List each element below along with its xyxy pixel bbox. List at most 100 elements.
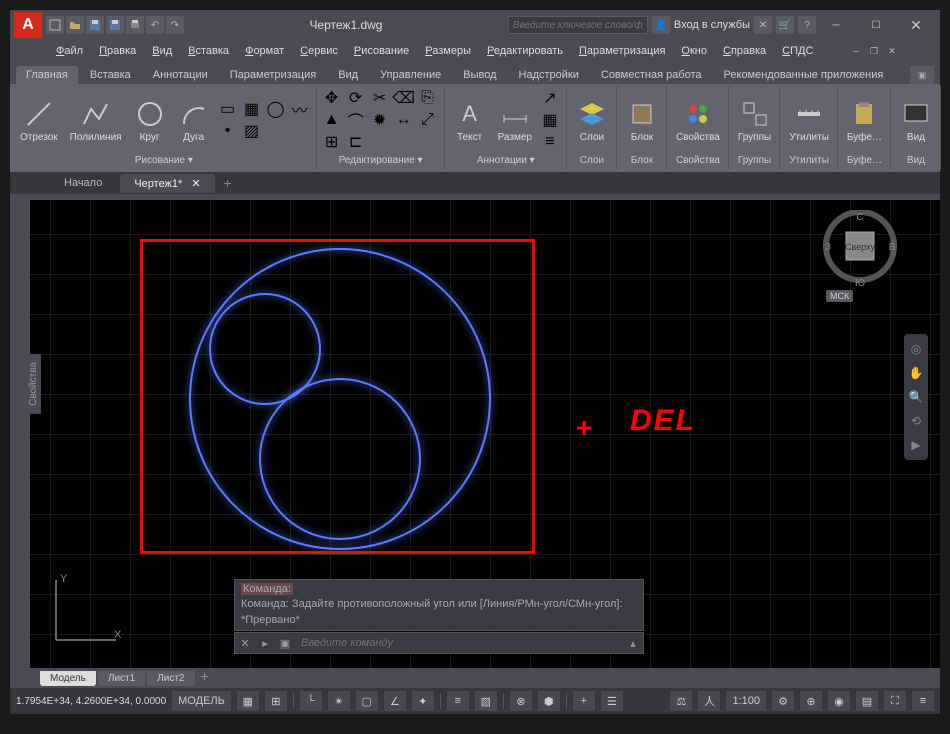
file-tab-drawing[interactable]: Чертеж1* ✕ [120,174,214,193]
mdi-close[interactable]: ✕ [884,44,900,58]
props-button[interactable]: Свойства [672,96,724,145]
menu-spds[interactable]: СПДС [776,43,819,59]
sb-osnap-icon[interactable]: ▢ [356,691,378,711]
layout-tab-sheet1[interactable]: Лист1 [98,671,145,686]
menu-tools[interactable]: Сервис [294,43,344,59]
draw-ellipse-icon[interactable]: ◯ [266,99,286,119]
nav-showmotion-icon[interactable]: ▶ [907,436,925,454]
ribbon-tab-addins[interactable]: Надстройки [509,66,589,84]
trim-icon[interactable]: ✂ [370,88,390,108]
signin-icon[interactable]: 👤 [652,16,670,34]
ribbon-tab-manage[interactable]: Управление [370,66,451,84]
stretch-icon[interactable]: ↔ [394,110,414,130]
draw-point-icon[interactable]: • [218,121,238,141]
ribbon-tab-view[interactable]: Вид [328,66,368,84]
menu-dimension[interactable]: Размеры [419,43,477,59]
ribbon-tab-annotate[interactable]: Аннотации [143,66,218,84]
menu-format[interactable]: Формат [239,43,290,59]
maximize-button[interactable]: ☐ [856,11,896,39]
sb-scale[interactable]: 1:100 [726,691,766,711]
menu-parametric[interactable]: Параметризация [573,43,671,59]
help-icon[interactable]: ? [798,16,816,34]
sb-lineweight-icon[interactable]: ≡ [447,691,469,711]
sb-quickprops-icon[interactable]: ☰ [601,691,623,711]
draw-hatch-icon[interactable]: ▦ [242,99,262,119]
arc-button[interactable]: Дуга [174,96,214,145]
wcs-label[interactable]: МСК [826,290,853,302]
sb-transparency-icon[interactable]: ▧ [475,691,497,711]
scale-icon[interactable]: ⤢ [418,110,438,130]
rotate-icon[interactable]: ⟳ [346,88,366,108]
nav-zoom-icon[interactable]: 🔍 [907,388,925,406]
minimize-button[interactable]: ─ [816,11,856,39]
ribbon-expand-icon[interactable]: ▣ [910,66,934,84]
cmd-expand-icon[interactable]: ▴ [623,634,643,652]
close-button[interactable]: ✕ [896,11,936,39]
layout-tab-add[interactable]: + [197,671,213,685]
draw-rect-icon[interactable]: ▭ [218,99,238,119]
qat-new-icon[interactable] [46,16,64,34]
erase-icon[interactable]: ⌫ [394,88,414,108]
drawing-area[interactable]: Свойства Сверху С Ю З В МСК ◎ ✋ 🔍 ⟲ [10,194,940,668]
cmd-close-icon[interactable]: ✕ [235,634,255,652]
app-logo[interactable]: A [14,12,42,38]
sb-annoviz-icon[interactable]: 人 [698,691,720,711]
menu-draw[interactable]: Рисование [348,43,415,59]
menu-view[interactable]: Вид [146,43,178,59]
sb-workspace-icon[interactable]: ⚙ [772,691,794,711]
command-input[interactable] [295,637,623,649]
qat-save-icon[interactable] [86,16,104,34]
sb-hardware-icon[interactable]: ◉ [828,691,850,711]
qat-saveas-icon[interactable] [106,16,124,34]
sb-customize-icon[interactable]: ≡ [912,691,934,711]
viewcube[interactable]: Сверху С Ю З В МСК [820,210,900,290]
sb-autoscale-icon[interactable]: ⊕ [800,691,822,711]
ribbon-tab-home[interactable]: Главная [16,66,78,84]
file-tab-close-icon[interactable]: ✕ [191,178,200,190]
ribbon-tab-parametric[interactable]: Параметризация [220,66,326,84]
text-button[interactable]: AТекст [450,96,490,145]
sb-cleanscreen-icon[interactable]: ⛶ [884,691,906,711]
ribbon-tab-featured[interactable]: Рекомендованные приложения [714,66,894,84]
sb-snap-icon[interactable]: ⊞ [265,691,287,711]
nav-pan-icon[interactable]: ✋ [907,364,925,382]
circle-button[interactable]: Круг [130,96,170,145]
array-icon[interactable]: ⊞ [322,132,342,152]
fillet-icon[interactable]: ⌒ [346,110,366,130]
layout-tab-sheet2[interactable]: Лист2 [147,671,194,686]
sb-annoscale-icon[interactable]: ⚖ [670,691,692,711]
sb-cycling-icon[interactable]: ⊗ [510,691,532,711]
draw-region-icon[interactable]: ▨ [242,121,262,141]
view-button[interactable]: Вид [896,96,936,145]
utils-button[interactable]: Утилиты [785,96,833,145]
block-button[interactable]: Блок [622,96,662,145]
mirror-icon[interactable]: ▲ [322,110,342,130]
ribbon-tab-insert[interactable]: Вставка [80,66,141,84]
search-input[interactable] [508,16,648,34]
clipboard-button[interactable]: Буфе… [843,96,886,145]
groups-button[interactable]: Группы [734,96,775,145]
file-tab-add[interactable]: + [219,174,237,192]
sb-isolate-icon[interactable]: ▤ [856,691,878,711]
sb-model-button[interactable]: МОДЕЛЬ [172,691,231,711]
menu-help[interactable]: Справка [717,43,772,59]
sb-ortho-icon[interactable]: └ [300,691,322,711]
sb-3dsnap-icon[interactable]: ⬢ [538,691,560,711]
table-icon[interactable]: ▦ [540,110,560,130]
menu-insert[interactable]: Вставка [182,43,235,59]
sb-dyninput-icon[interactable]: + [573,691,595,711]
mdi-restore[interactable]: ❐ [866,44,882,58]
offset-icon[interactable]: ⊏ [346,132,366,152]
draw-spline-icon[interactable]: 〰 [290,99,310,119]
ribbon-tab-output[interactable]: Вывод [453,66,506,84]
signin-link[interactable]: Вход в службы [674,19,750,31]
qat-print-icon[interactable] [126,16,144,34]
mtext-icon[interactable]: ≡ [540,132,560,152]
polyline-button[interactable]: Полилиния [66,96,126,145]
file-tab-start[interactable]: Начало [50,174,116,192]
menu-window[interactable]: Окно [675,43,713,59]
cmd-recent-icon[interactable]: ▸ [255,634,275,652]
layout-tab-model[interactable]: Модель [40,671,96,686]
nav-wheel-icon[interactable]: ◎ [907,340,925,358]
sb-polar-icon[interactable]: ✴ [328,691,350,711]
